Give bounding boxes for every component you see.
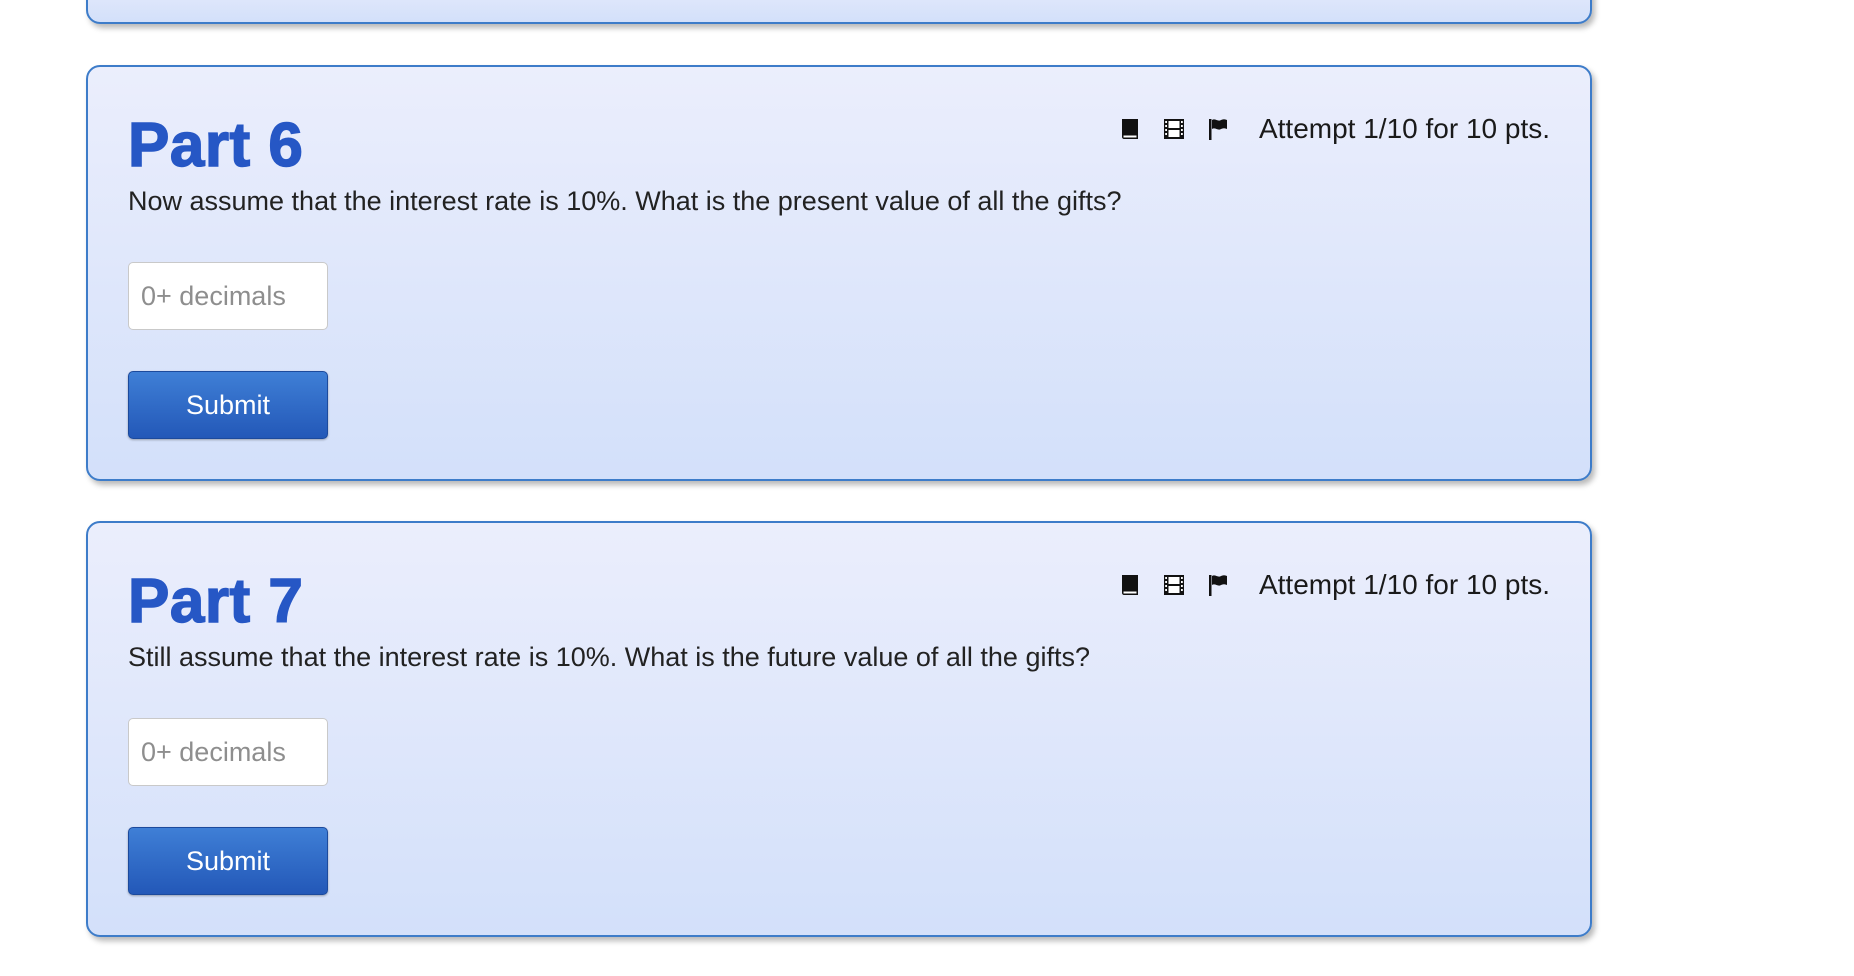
part-toolbar: Attempt 1/10 for 10 pts.	[1117, 567, 1550, 603]
part-toolbar: Attempt 1/10 for 10 pts.	[1117, 111, 1550, 147]
film-icon[interactable]	[1161, 572, 1187, 598]
answer-input[interactable]	[128, 262, 328, 330]
question-text: Now assume that the interest rate is 10%…	[128, 186, 1122, 216]
flag-icon[interactable]	[1205, 572, 1231, 598]
film-icon[interactable]	[1161, 116, 1187, 142]
submit-button[interactable]: Submit	[128, 371, 328, 439]
book-icon[interactable]	[1117, 572, 1143, 598]
attempt-counter: Attempt 1/10 for 10 pts.	[1258, 113, 1550, 144]
question-text: Still assume that the interest rate is 1…	[128, 642, 1090, 672]
book-icon[interactable]	[1117, 116, 1143, 142]
page: Part 6 Attempt 1/10 for 10 pts. Now assu…	[0, 0, 1854, 976]
answer-input[interactable]	[128, 718, 328, 786]
part-title: Part 6	[127, 110, 304, 181]
part-7-card: Part 7 Attempt 1/10 for 10 pts. Still as…	[86, 521, 1592, 937]
part-title: Part 7	[127, 566, 304, 637]
submit-button[interactable]: Submit	[128, 827, 328, 895]
flag-icon[interactable]	[1205, 116, 1231, 142]
part-6-card: Part 6 Attempt 1/10 for 10 pts. Now assu…	[86, 65, 1592, 481]
previous-part-card	[86, 0, 1592, 24]
attempt-counter: Attempt 1/10 for 10 pts.	[1258, 569, 1550, 600]
